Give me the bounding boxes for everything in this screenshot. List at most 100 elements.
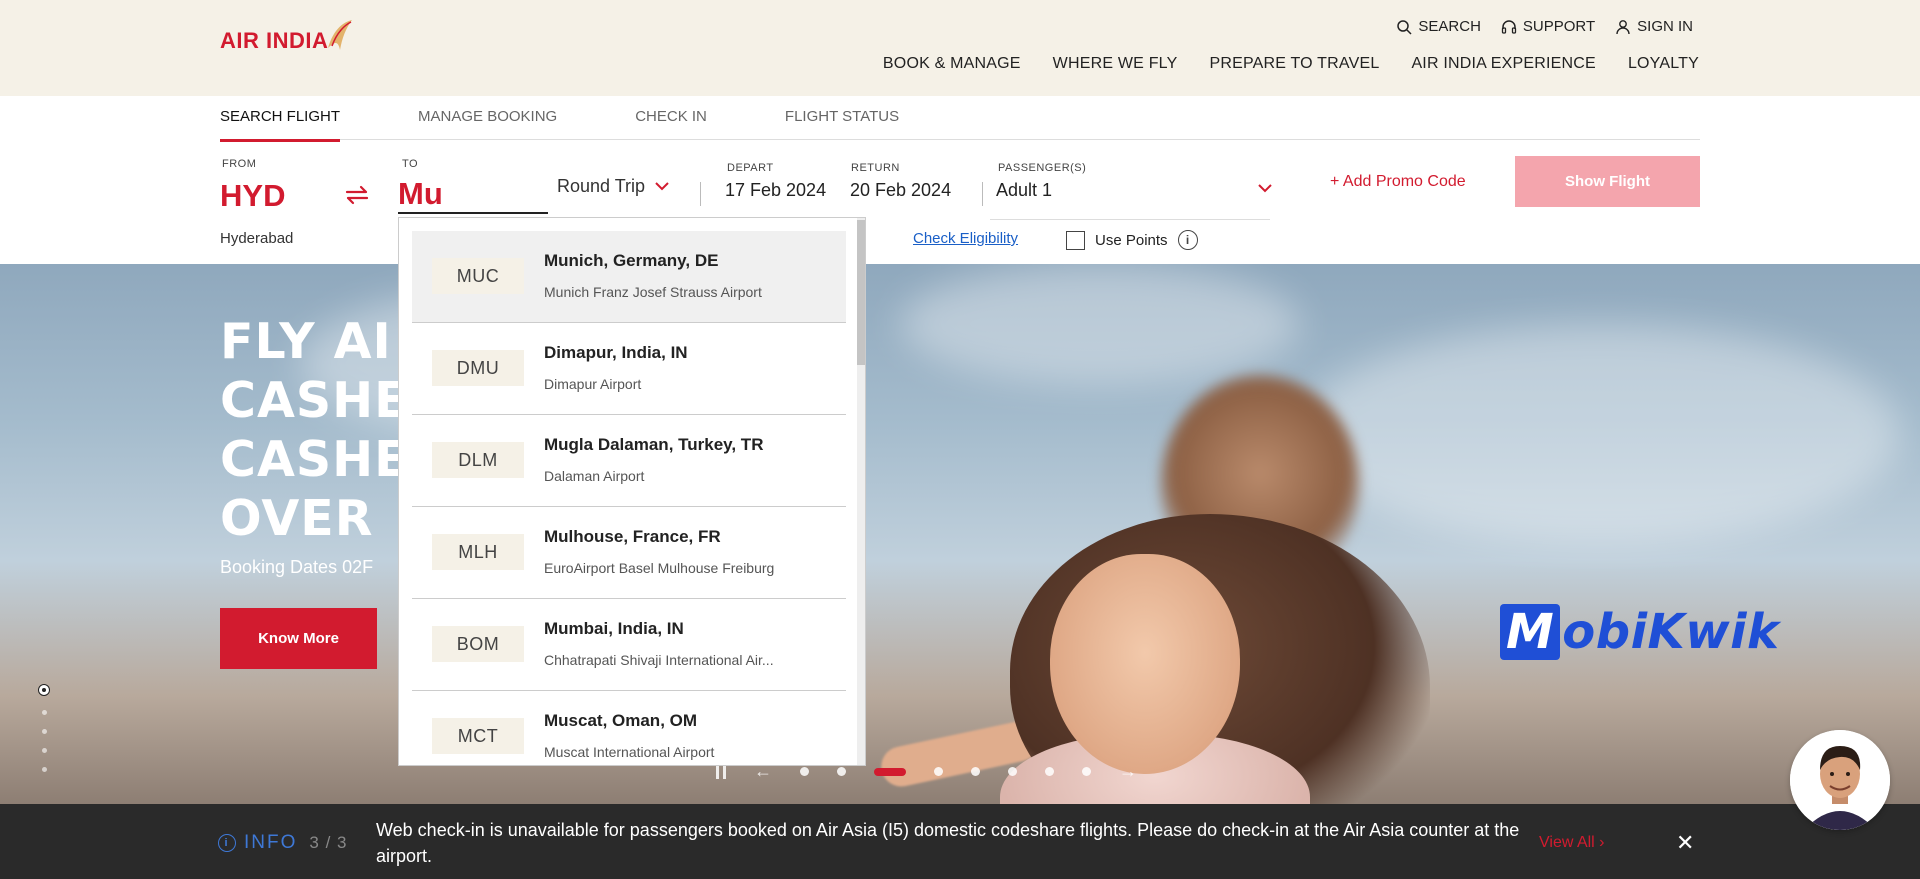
hero-image-girl bbox=[1050, 554, 1240, 774]
dropdown-scroll-thumb[interactable] bbox=[857, 220, 865, 365]
nav-air-india-experience[interactable]: AIR INDIA EXPERIENCE bbox=[1411, 55, 1596, 73]
carousel-dot[interactable] bbox=[971, 767, 980, 776]
info-counter: 3 / 3 bbox=[309, 833, 348, 852]
trip-type-select[interactable]: Round Trip bbox=[557, 176, 669, 197]
passenger-select[interactable]: Adult 1 bbox=[996, 180, 1052, 201]
to-airport-input[interactable] bbox=[398, 176, 548, 214]
util-signin[interactable]: SIGN IN bbox=[1615, 18, 1693, 35]
info-icon: i bbox=[218, 834, 236, 852]
section-dot[interactable] bbox=[41, 729, 47, 734]
destination-dropdown: MUC Munich, Germany, DE Munich Franz Jos… bbox=[398, 217, 866, 766]
air-india-logo[interactable]: AIR INDIA bbox=[220, 20, 354, 54]
airport-option[interactable]: BOM Mumbai, India, IN Chhatrapati Shivaj… bbox=[412, 599, 846, 691]
return-label: RETURN bbox=[851, 162, 900, 174]
info-title: INFO bbox=[244, 832, 298, 853]
airport-code-badge: MCT bbox=[432, 718, 524, 754]
carousel-dot[interactable] bbox=[934, 767, 943, 776]
airport-option[interactable]: DMU Dimapur, India, IN Dimapur Airport bbox=[412, 323, 846, 415]
airport-city: Munich, Germany, DE bbox=[544, 251, 719, 270]
section-dot[interactable] bbox=[41, 748, 47, 753]
dropdown-scrollbar[interactable] bbox=[857, 218, 865, 765]
airport-city: Dimapur, India, IN bbox=[544, 343, 688, 362]
airport-option[interactable]: MLH Mulhouse, France, FR EuroAirport Bas… bbox=[412, 507, 846, 599]
airport-code-badge: MLH bbox=[432, 534, 524, 570]
show-flight-button[interactable]: Show Flight bbox=[1515, 156, 1700, 207]
section-dot[interactable] bbox=[38, 684, 50, 696]
hero-booking-dates: Booking Dates 02F bbox=[220, 557, 374, 577]
info-icon[interactable]: i bbox=[1177, 230, 1198, 250]
carousel-dot[interactable] bbox=[1045, 767, 1054, 776]
section-dot[interactable] bbox=[41, 710, 47, 715]
airport-code-badge: MUC bbox=[432, 258, 524, 294]
user-icon bbox=[1616, 19, 1630, 34]
nav-book-manage[interactable]: BOOK & MANAGE bbox=[883, 55, 1021, 73]
cloud-decoration bbox=[1300, 324, 1900, 544]
tab-flight-status[interactable]: FLIGHT STATUS bbox=[785, 108, 899, 140]
section-dot[interactable] bbox=[41, 767, 47, 772]
airport-city: Muscat, Oman, OM bbox=[544, 711, 698, 730]
airport-name: Dimapur Airport bbox=[544, 376, 642, 392]
passenger-label: PASSENGER(S) bbox=[998, 162, 1087, 174]
util-support[interactable]: SUPPORT bbox=[1501, 18, 1595, 35]
util-signin-label: SIGN IN bbox=[1637, 18, 1693, 35]
passenger-chevron[interactable] bbox=[1258, 180, 1272, 198]
cloud-decoration bbox=[900, 264, 1300, 384]
booking-tabs: SEARCH FLIGHT MANAGE BOOKING CHECK IN FL… bbox=[220, 108, 1700, 142]
arrow-right-icon[interactable]: → bbox=[1119, 761, 1137, 782]
close-icon[interactable]: ✕ bbox=[1676, 830, 1694, 856]
divider bbox=[700, 182, 701, 206]
airport-name: Muscat International Airport bbox=[544, 744, 715, 760]
carousel-dot[interactable] bbox=[800, 767, 809, 776]
util-search[interactable]: SEARCH bbox=[1396, 18, 1481, 35]
avatar-icon bbox=[1790, 730, 1890, 830]
tab-check-in[interactable]: CHECK IN bbox=[635, 108, 707, 140]
view-all-link[interactable]: View All › bbox=[1539, 834, 1605, 852]
section-indicator bbox=[38, 684, 50, 772]
util-support-label: SUPPORT bbox=[1522, 18, 1596, 35]
from-airport-code[interactable]: HYD bbox=[220, 178, 285, 214]
pause-icon[interactable] bbox=[716, 764, 726, 779]
airport-code-badge: DLM bbox=[432, 442, 524, 478]
chat-assistant-avatar[interactable] bbox=[1790, 730, 1890, 830]
mobikwik-wordmark: obiKwik bbox=[1562, 604, 1780, 660]
airport-code-badge: DMU bbox=[432, 350, 524, 386]
divider bbox=[982, 182, 983, 206]
headset-icon bbox=[1501, 19, 1517, 34]
airport-name: Chhatrapati Shivaji International Air... bbox=[544, 652, 774, 668]
from-label: FROM bbox=[222, 158, 257, 170]
carousel-dot[interactable] bbox=[1008, 767, 1017, 776]
airport-option[interactable]: DLM Mugla Dalaman, Turkey, TR Dalaman Ai… bbox=[412, 415, 846, 507]
check-eligibility-link[interactable]: Check Eligibility bbox=[913, 230, 1018, 247]
search-icon bbox=[1397, 19, 1412, 35]
return-date[interactable]: 20 Feb 2024 bbox=[850, 180, 951, 201]
airport-name: EuroAirport Basel Mulhouse Freiburg bbox=[544, 560, 775, 576]
nav-prepare-to-travel[interactable]: PREPARE TO TRAVEL bbox=[1209, 55, 1379, 73]
use-points-label: Use Points bbox=[1095, 231, 1168, 249]
airport-option[interactable]: MUC Munich, Germany, DE Munich Franz Jos… bbox=[412, 231, 846, 323]
carousel-dot-active[interactable] bbox=[874, 767, 906, 776]
info-label: i INFO 3 / 3 bbox=[218, 832, 347, 854]
site-header: AIR INDIA SEARCH SUPPORT SIGN IN BOOK & … bbox=[0, 0, 1920, 96]
chevron-down-icon bbox=[1258, 184, 1272, 193]
nav-loyalty[interactable]: LOYALTY bbox=[1628, 55, 1699, 73]
util-search-label: SEARCH bbox=[1418, 18, 1481, 35]
know-more-button[interactable]: Know More bbox=[220, 608, 377, 669]
info-message: Web check-in is unavailable for passenge… bbox=[376, 820, 1520, 866]
depart-label: DEPART bbox=[727, 162, 774, 174]
swap-airports-button[interactable] bbox=[344, 184, 370, 213]
use-points-checkbox[interactable] bbox=[1066, 230, 1085, 250]
tab-search-flight[interactable]: SEARCH FLIGHT bbox=[220, 108, 341, 142]
depart-date[interactable]: 17 Feb 2024 bbox=[725, 180, 826, 201]
nav-where-we-fly[interactable]: WHERE WE FLY bbox=[1053, 55, 1178, 73]
add-promo-code-link[interactable]: + Add Promo Code bbox=[1330, 173, 1466, 191]
tab-manage-booking[interactable]: MANAGE BOOKING bbox=[418, 108, 557, 140]
info-bar: i INFO 3 / 3 Web check-in is unavailable… bbox=[0, 804, 1920, 879]
logo-swoosh-icon bbox=[328, 20, 353, 50]
airport-option[interactable]: MCT Muscat, Oman, OM Muscat Internationa… bbox=[412, 691, 846, 765]
carousel-dot[interactable] bbox=[1082, 767, 1091, 776]
trip-type-value: Round Trip bbox=[557, 176, 646, 196]
mobikwik-m-mark: M bbox=[1500, 604, 1561, 660]
airport-city: Mulhouse, France, FR bbox=[544, 527, 721, 546]
booking-widget: SEARCH FLIGHT MANAGE BOOKING CHECK IN FL… bbox=[0, 96, 1920, 264]
carousel-dot[interactable] bbox=[837, 767, 846, 776]
